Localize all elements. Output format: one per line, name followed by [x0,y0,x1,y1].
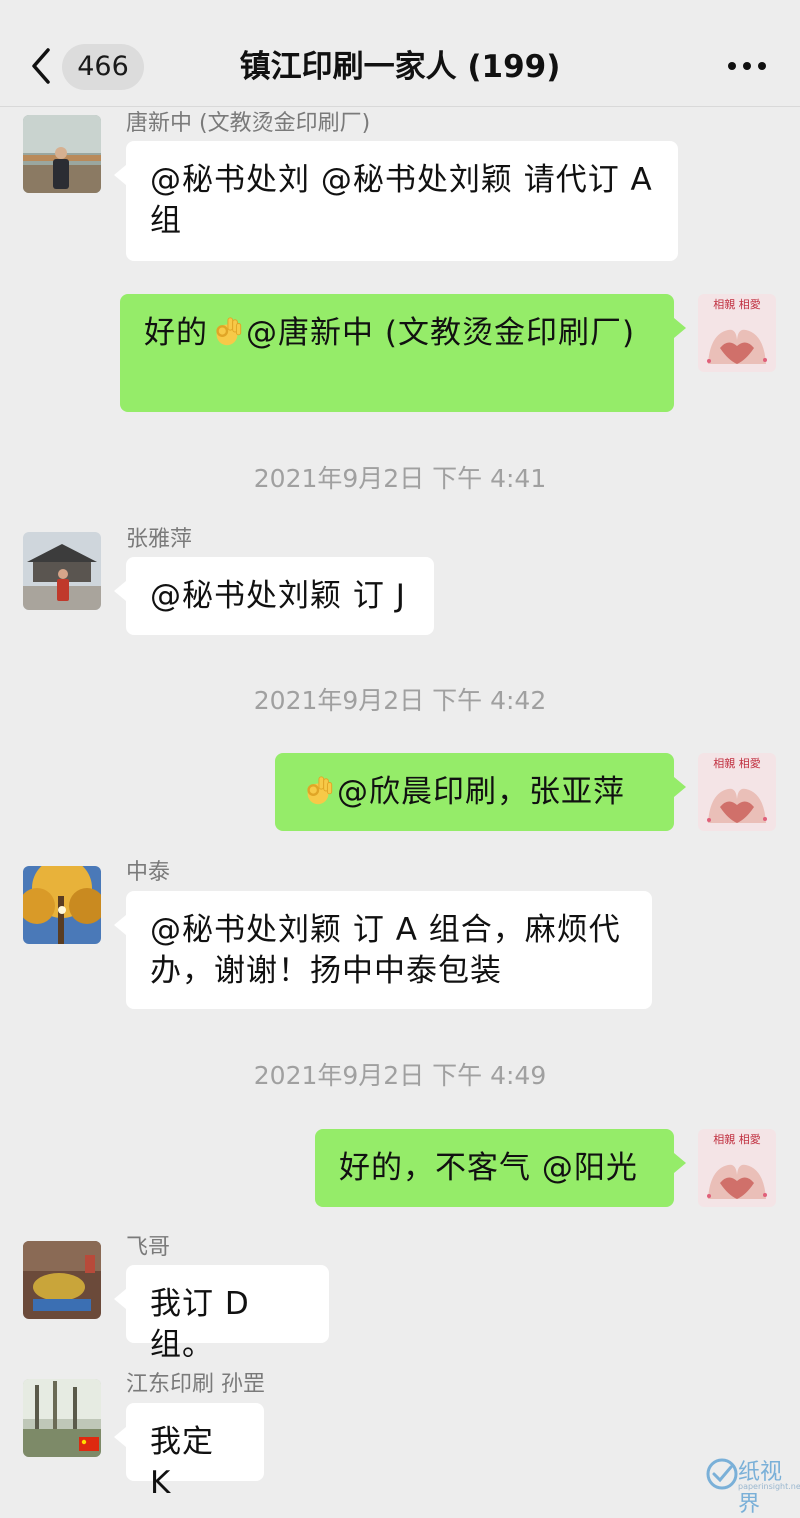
sender-name: 飞哥 [126,1235,171,1260]
chat-title: 镇江印刷一家人 (199) [239,49,561,85]
message-bubble[interactable]: @欣晨印刷，张亚萍 [275,753,686,831]
ok-hand-emoji-icon [210,315,244,349]
message-bubble[interactable]: 我订 D 组。 [114,1265,329,1363]
message-text: 好的 [144,315,208,351]
message-bubble[interactable]: 我定 K [114,1403,264,1501]
back-arrow-icon[interactable] [26,46,56,86]
message-bubble[interactable]: @秘书处刘 @秘书处刘颖 请代订 A 组 [114,141,678,261]
watermark-url: paperinsight.net [738,1482,800,1491]
watermark: 纸视界 paperinsight.net [700,1452,800,1517]
avatar[interactable] [23,532,101,610]
timestamp: 2021年9月2日 下午 4:49 [253,1061,547,1090]
message-text: @秘书处刘颖 订 A 组合，麻烦代办，谢谢！扬中中泰包装 [150,912,621,989]
sender-name: 唐新中 (文教烫金印刷厂) [126,111,371,136]
message-bubble[interactable]: 好的，不客气 @阳光 [315,1129,686,1207]
sender-name: 中泰 [126,860,171,885]
avatar-caption: 相親 相愛 [713,298,761,311]
avatar-caption: 相親 相愛 [713,1133,761,1146]
message-text: @欣晨印刷，张亚萍 [337,774,625,810]
timestamp: 2021年9月2日 下午 4:42 [253,686,547,715]
avatar-caption: 相親 相愛 [713,757,761,770]
watermark-logo-icon [706,1458,738,1490]
avatar[interactable] [23,1379,101,1457]
message-text: @秘书处刘颖 订 J [150,578,406,614]
avatar[interactable] [23,115,101,193]
avatar[interactable] [23,866,101,944]
avatar[interactable] [23,1241,101,1319]
sender-name: 江东印刷 孙罡 [126,1372,265,1397]
self-avatar[interactable]: 相親 相愛 [698,753,776,831]
more-options-icon[interactable] [728,58,766,74]
sender-name: 张雅萍 [126,527,193,552]
message-text: 我定 K [150,1424,214,1501]
chat-header: 466 镇江印刷一家人 (199) [0,0,800,107]
ok-hand-emoji-icon [301,774,335,808]
unread-count-badge[interactable]: 466 [62,44,144,90]
message-text: 我订 D 组。 [150,1286,250,1363]
message-text: 好的，不客气 @阳光 [339,1150,638,1186]
message-bubble[interactable]: @秘书处刘颖 订 A 组合，麻烦代办，谢谢！扬中中泰包装 [114,891,652,1009]
timestamp: 2021年9月2日 下午 4:41 [253,464,547,493]
message-text: @唐新中 (文教烫金印刷厂) [246,315,636,351]
self-avatar[interactable]: 相親 相愛 [698,1129,776,1207]
message-bubble[interactable]: 好的 @唐新中 (文教烫金印刷厂) [120,294,686,412]
message-text: @秘书处刘 @秘书处刘颖 请代订 A 组 [150,162,653,239]
self-avatar[interactable]: 相親 相愛 [698,294,776,372]
message-bubble[interactable]: @秘书处刘颖 订 J [114,557,434,635]
